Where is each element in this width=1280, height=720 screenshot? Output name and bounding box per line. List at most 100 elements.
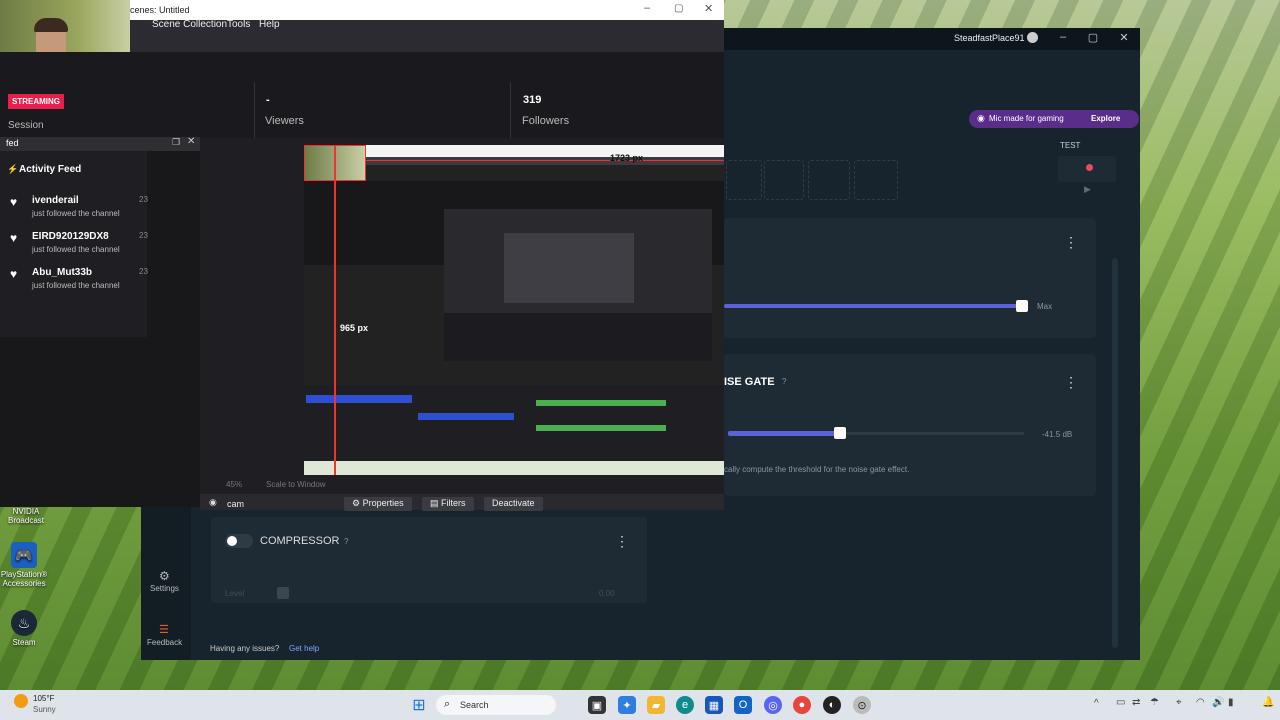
menu-tools[interactable]: Tools bbox=[227, 19, 250, 30]
discord-icon[interactable]: ◎ bbox=[764, 696, 782, 714]
battery-icon[interactable]: ▮ bbox=[1228, 697, 1234, 708]
settings-label[interactable]: Settings bbox=[150, 584, 179, 593]
minimize-icon[interactable]: – bbox=[644, 2, 650, 14]
obs-titlebar: cenes: Untitled – ▢ ✕ bbox=[130, 0, 724, 20]
float-icon[interactable]: ❐ bbox=[172, 137, 180, 148]
minimize-icon[interactable]: – bbox=[1054, 31, 1072, 47]
toggle-knob bbox=[227, 536, 237, 546]
avatar[interactable] bbox=[1027, 32, 1038, 43]
weather-desc[interactable]: Sunny bbox=[33, 705, 56, 714]
task-view-icon[interactable]: ▣ bbox=[588, 696, 606, 714]
maximize-icon[interactable]: ▢ bbox=[1084, 31, 1102, 47]
record-test-button[interactable] bbox=[1058, 156, 1116, 182]
desktop-icon-steam[interactable]: ♨ Steam bbox=[0, 610, 54, 647]
mic-icon: ◉ bbox=[977, 113, 985, 123]
search-box[interactable]: ⌕ Search bbox=[436, 695, 556, 715]
tray-app-icon[interactable]: ⌖ bbox=[1176, 697, 1182, 708]
copilot-icon[interactable]: ✦ bbox=[618, 696, 636, 714]
preset-slot[interactable] bbox=[854, 160, 898, 200]
more-options-icon[interactable]: ⋮ bbox=[1064, 234, 1078, 251]
get-help-link[interactable]: Get help bbox=[289, 644, 319, 653]
filters-button[interactable]: ▤ Filters bbox=[422, 497, 474, 511]
compressor-title: COMPRESSOR bbox=[260, 535, 340, 547]
viewers-value: - bbox=[266, 94, 270, 106]
tray-app-icon[interactable]: ⇄ bbox=[1132, 697, 1140, 708]
dashboard-top bbox=[0, 52, 724, 82]
menu-scene-collection[interactable]: Scene Collection bbox=[152, 19, 227, 30]
feed-item-name[interactable]: ivenderail bbox=[32, 195, 79, 206]
obs-preview-canvas[interactable]: 1723 px 965 px bbox=[304, 145, 724, 475]
followers-value: 319 bbox=[523, 94, 542, 106]
steam-icon: ♨ bbox=[11, 610, 37, 636]
feed-item-action: just followed the channel bbox=[32, 209, 120, 218]
weather-icon[interactable] bbox=[14, 694, 28, 708]
streamlabs-icon[interactable]: ◐ bbox=[823, 696, 841, 714]
obs-icon[interactable]: ⊙ bbox=[853, 696, 871, 714]
effect-slider[interactable] bbox=[724, 304, 1024, 308]
explore-link[interactable]: Explore bbox=[1091, 114, 1120, 123]
close-icon[interactable]: ✕ bbox=[187, 136, 195, 147]
taskbar: 105°F Sunny ⊞ ⌕ Search ▣ ✦ ▰ e ▦ O ◎ ● ◐… bbox=[0, 690, 1280, 720]
windows-start-icon[interactable]: ⊞ bbox=[410, 696, 428, 714]
threshold-handle[interactable] bbox=[834, 427, 846, 439]
close-icon[interactable]: ✕ bbox=[1115, 31, 1133, 47]
scale-mode[interactable]: Scale to Window bbox=[266, 480, 326, 489]
username: SteadfastPlace91 bbox=[954, 33, 1025, 43]
store-icon[interactable]: ▦ bbox=[705, 696, 723, 714]
menu-help[interactable]: Help bbox=[259, 19, 280, 30]
play-icon[interactable]: ▶ bbox=[1084, 184, 1091, 195]
dock-title: fed bbox=[6, 138, 19, 148]
gear-icon[interactable]: ⚙ bbox=[159, 569, 170, 583]
desktop-icon-playstation[interactable]: 🎮 PlayStation® Accessories bbox=[0, 542, 54, 588]
preset-slot[interactable] bbox=[808, 160, 850, 200]
preview-meter bbox=[536, 425, 666, 431]
tray-chevron-icon[interactable]: ^ bbox=[1094, 698, 1099, 709]
heart-icon: ♥ bbox=[10, 195, 18, 209]
notification-icon[interactable]: 🔔 bbox=[1262, 697, 1274, 708]
compressor-toggle[interactable] bbox=[225, 534, 253, 548]
more-options-icon[interactable]: ⋮ bbox=[1064, 374, 1078, 391]
level-handle[interactable] bbox=[277, 587, 289, 599]
desktop-icon-nvidia[interactable]: NVIDIA Broadcast bbox=[0, 507, 56, 525]
sound-presets bbox=[726, 160, 898, 202]
more-options-icon[interactable]: ⋮ bbox=[615, 533, 629, 550]
help-icon[interactable]: ? bbox=[782, 377, 786, 386]
feedback-label[interactable]: Feedback bbox=[147, 638, 182, 647]
outlook-icon[interactable]: O bbox=[734, 696, 752, 714]
streamlabs-titlebar: SteadfastPlace91 – ▢ ✕ bbox=[724, 28, 1140, 50]
promo-text: Mic made for gaming bbox=[989, 114, 1064, 123]
maximize-icon[interactable]: ▢ bbox=[674, 3, 683, 14]
slider-max-label: Max bbox=[1037, 302, 1053, 311]
tray-app-icon[interactable]: ☂ bbox=[1150, 697, 1159, 708]
slider-handle[interactable] bbox=[1016, 300, 1028, 312]
heart-icon: ♥ bbox=[10, 267, 18, 281]
playstation-label: PlayStation® Accessories bbox=[0, 570, 48, 588]
tray-app-icon[interactable]: ▭ bbox=[1116, 697, 1125, 708]
file-explorer-icon[interactable]: ▰ bbox=[647, 696, 665, 714]
source-toolbar: 45% Scale to Window ◉ cam ⚙ Properties ▤… bbox=[200, 480, 724, 511]
feed-item-time: 23 bbox=[139, 195, 148, 204]
obs-menubar: Scene Collection Tools Help bbox=[130, 19, 724, 52]
chrome-icon[interactable]: ● bbox=[793, 696, 811, 714]
preset-slot[interactable] bbox=[764, 160, 804, 200]
stats-bar: STREAMING Session - Viewers 319 Follower… bbox=[0, 82, 724, 138]
feed-item-name[interactable]: EIRD920129DX8 bbox=[32, 231, 109, 242]
volume-icon[interactable]: 🔊 bbox=[1212, 697, 1224, 708]
feed-item-name[interactable]: Abu_Mut33b bbox=[32, 267, 92, 278]
close-icon[interactable]: ✕ bbox=[704, 2, 713, 15]
properties-button[interactable]: ⚙ Properties bbox=[344, 497, 412, 511]
noise-gate-title: ISE GATE bbox=[724, 376, 775, 388]
help-icon[interactable]: ? bbox=[344, 537, 348, 546]
wifi-icon[interactable]: ◠ bbox=[1196, 697, 1205, 708]
gear-icon: ⚙ bbox=[352, 498, 363, 508]
webcam-hair bbox=[34, 18, 68, 32]
preset-slot[interactable] bbox=[726, 160, 762, 200]
feedback-icon[interactable]: ☰ bbox=[159, 623, 169, 636]
filter-icon: ▤ bbox=[430, 498, 442, 508]
deactivate-button[interactable]: Deactivate bbox=[484, 497, 543, 511]
promo-banner[interactable]: ◉ Mic made for gaming Explore bbox=[969, 110, 1139, 128]
edge-icon[interactable]: e bbox=[676, 696, 694, 714]
weather-temp[interactable]: 105°F bbox=[33, 694, 54, 703]
preview-taskbar bbox=[304, 461, 724, 475]
scrollbar[interactable] bbox=[1112, 258, 1118, 648]
